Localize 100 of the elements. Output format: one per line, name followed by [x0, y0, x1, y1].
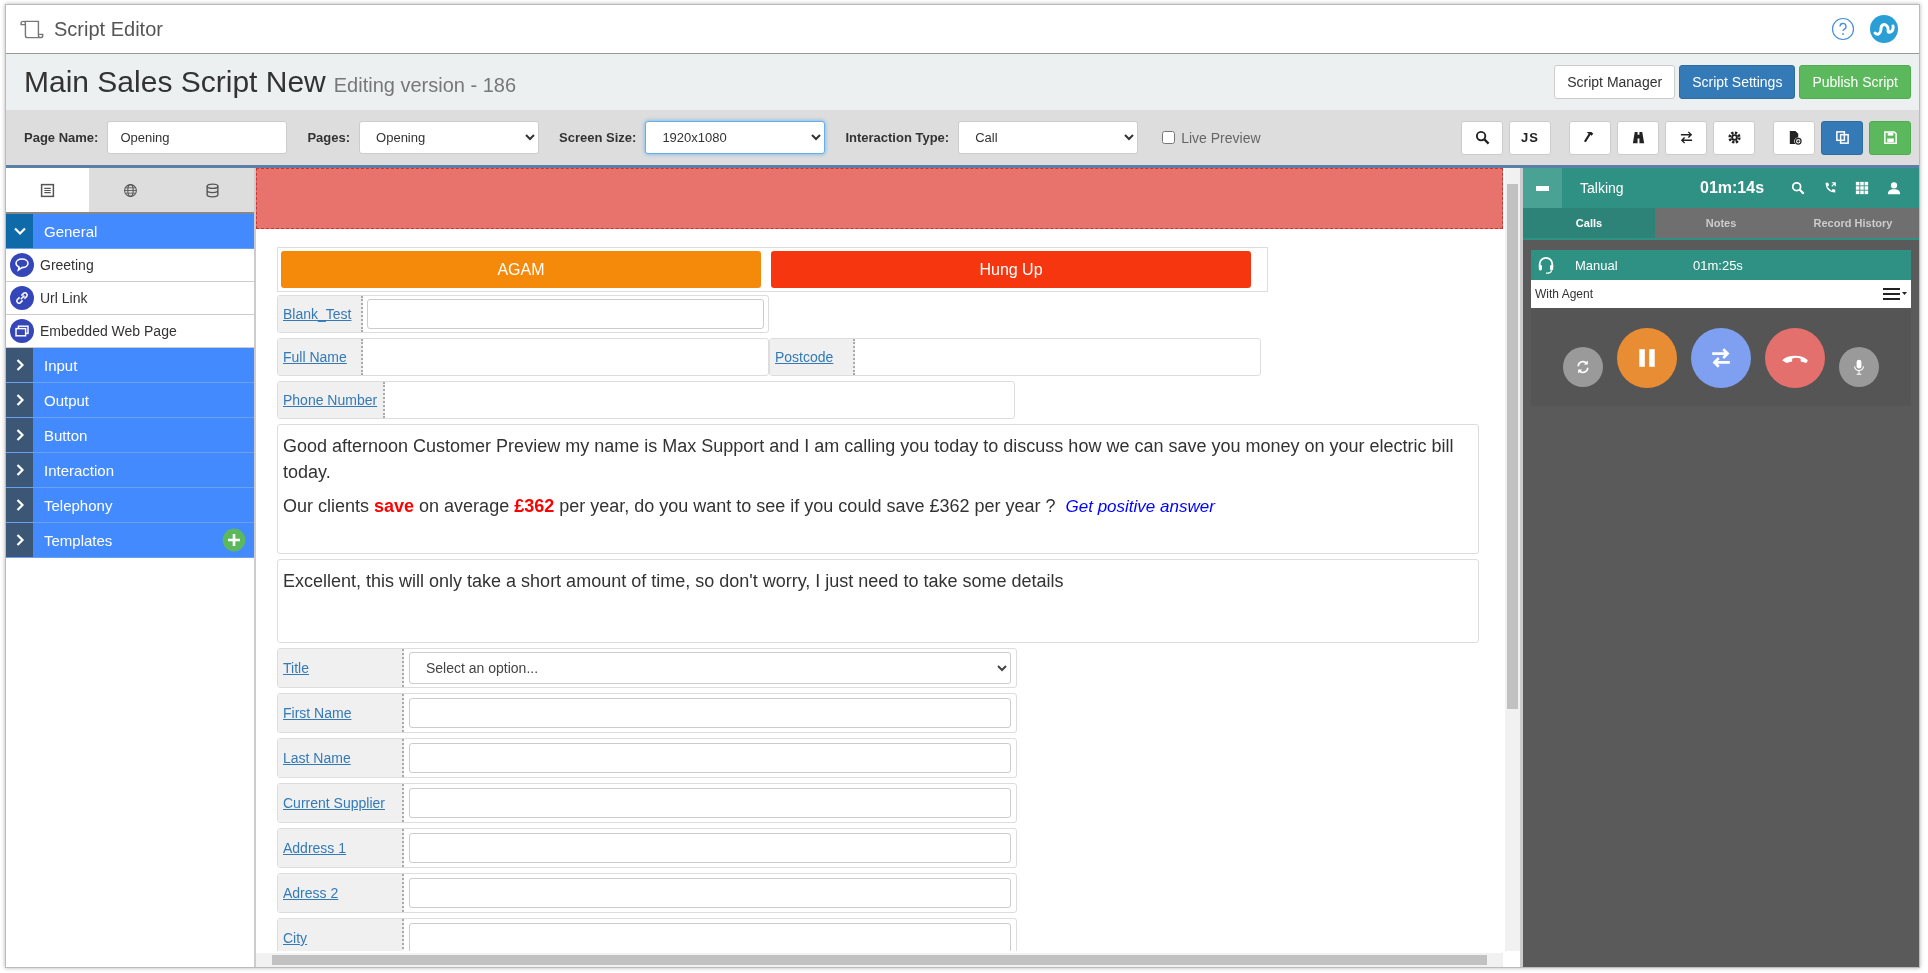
component-label: Embedded Web Page: [40, 323, 177, 339]
binoculars-icon: [1630, 130, 1646, 145]
save-icon: [1882, 130, 1898, 145]
call-timer: 01m:14s: [1700, 179, 1766, 197]
page-icon: [39, 182, 55, 198]
call-control-button[interactable]: [1563, 347, 1603, 387]
text-field[interactable]: [409, 833, 1011, 863]
script-text: Our clients save on average £362 per year, do you want to see if you could save £362 per year ? Get positive answer: [283, 495, 1217, 518]
call-duration: 01m:25s: [1693, 257, 1743, 273]
logo-icon[interactable]: [1869, 14, 1899, 44]
select-field[interactable]: Select an option...: [409, 652, 1011, 684]
script-text: Good afternoon Customer Preview my name is Max Support and I am calling you today to discuss how we can save you money on your electric bill today.: [283, 435, 1455, 484]
pause-icon: [1636, 347, 1658, 369]
scroll-icon: [20, 18, 46, 40]
menu-icon[interactable]: [1883, 287, 1907, 301]
screen-size-dropdown[interactable]: 1920x1080: [645, 121, 826, 154]
call-control-button[interactable]: [1691, 328, 1751, 388]
keypad-icon[interactable]: [1855, 181, 1869, 195]
category-header[interactable]: Output: [6, 383, 254, 418]
component-item[interactable]: Greeting: [6, 249, 254, 282]
category-label: General: [44, 222, 99, 240]
text-field[interactable]: [409, 788, 1011, 818]
field-label[interactable]: Postcode: [770, 339, 855, 375]
call-status: Talking: [1579, 180, 1625, 196]
windows-icon: [10, 319, 34, 343]
version-label: Editing version - 186: [333, 73, 517, 97]
field-label: Screen Size:: [559, 130, 637, 145]
hang-up-icon: [1782, 353, 1808, 363]
user-icon[interactable]: [1887, 181, 1901, 195]
field-label[interactable]: Last Name: [278, 739, 404, 777]
vertical-scrollbar[interactable]: [1505, 168, 1520, 951]
category-label: Input: [44, 356, 79, 374]
toolbar-button[interactable]: JS: [1509, 120, 1551, 155]
script-name: Main Sales Script New: [24, 65, 326, 99]
pages-dropdown[interactable]: Opening: [359, 121, 540, 154]
search-icon: [1474, 130, 1490, 145]
headset-icon: [1537, 256, 1555, 274]
field-label[interactable]: Address 1: [278, 829, 404, 867]
category-header[interactable]: Button: [6, 418, 254, 453]
phone-icon[interactable]: [1823, 181, 1837, 195]
script-text: Excellent, this will only take a short amount of time, so don't worry, I just need to take some details: [283, 570, 1065, 593]
field-label[interactable]: Blank_Test: [278, 296, 363, 332]
softphone-tab[interactable]: Calls: [1523, 208, 1655, 238]
component-item[interactable]: Url Link: [6, 282, 254, 315]
call-control-button[interactable]: [1617, 328, 1677, 388]
field-label[interactable]: Full Name: [278, 339, 363, 375]
live-preview-label: Live Preview: [1181, 129, 1261, 146]
field-label: Interaction Type:: [845, 130, 950, 145]
field-label[interactable]: City: [278, 919, 404, 951]
field-label[interactable]: Phone Number: [278, 382, 386, 418]
interaction-type-dropdown[interactable]: Call: [958, 121, 1139, 154]
copy-icon: [1834, 130, 1850, 145]
swap-icon: [1678, 130, 1694, 145]
header-button[interactable]: Script Settings: [1679, 65, 1796, 99]
category-header[interactable]: Templates: [6, 523, 254, 558]
help-icon[interactable]: [1831, 17, 1855, 41]
category-label: Telephony: [44, 496, 114, 514]
call-control-button[interactable]: [1765, 328, 1825, 388]
softphone-tab[interactable]: Record History: [1787, 208, 1919, 238]
component-label: Greeting: [40, 257, 94, 273]
speech-bubble-icon: [10, 253, 34, 277]
text-field[interactable]: [409, 923, 1011, 951]
app-title: Script Editor: [54, 17, 163, 41]
header-button[interactable]: Script Manager: [1554, 65, 1676, 99]
add-icon[interactable]: [222, 528, 246, 552]
live-preview-checkbox[interactable]: [1162, 131, 1176, 144]
category-label: Templates: [44, 531, 114, 549]
globe-icon: [122, 182, 138, 198]
call-control-button[interactable]: [1839, 347, 1879, 387]
text-field[interactable]: [367, 299, 764, 329]
category-header[interactable]: Interaction: [6, 453, 254, 488]
field-label[interactable]: Adress 2: [278, 874, 404, 912]
field-label[interactable]: Current Supplier: [278, 784, 404, 822]
minimize-button[interactable]: [1523, 168, 1562, 208]
page-name-field[interactable]: Opening: [107, 121, 288, 154]
category-header[interactable]: Telephony: [6, 488, 254, 523]
field-label[interactable]: Title: [278, 649, 404, 687]
horizontal-scrollbar[interactable]: [256, 953, 1503, 967]
category-label: Interaction: [44, 461, 116, 479]
database-icon: [205, 182, 221, 198]
field-label: Pages:: [307, 130, 351, 145]
call-state: With Agent: [1535, 287, 1594, 301]
search-icon[interactable]: [1791, 181, 1805, 195]
softphone-tab[interactable]: Notes: [1655, 208, 1787, 238]
refresh-icon: [1575, 359, 1591, 375]
text-field[interactable]: [409, 698, 1011, 728]
script-button[interactable]: AGAM: [281, 251, 761, 288]
script-button[interactable]: Hung Up: [771, 251, 1251, 288]
text-field[interactable]: [409, 743, 1011, 773]
settings-icon: [1726, 130, 1742, 145]
answer-link[interactable]: Get positive answer: [1065, 497, 1215, 516]
component-label: Url Link: [40, 290, 88, 306]
transfer-icon: [1710, 347, 1732, 369]
field-label[interactable]: First Name: [278, 694, 404, 732]
text-field[interactable]: [409, 878, 1011, 908]
header-button[interactable]: Publish Script: [1799, 65, 1911, 99]
field-label: Page Name:: [24, 130, 99, 145]
category-header[interactable]: Input: [6, 348, 254, 383]
category-label: Output: [44, 391, 91, 409]
category-header[interactable]: General: [6, 214, 254, 249]
